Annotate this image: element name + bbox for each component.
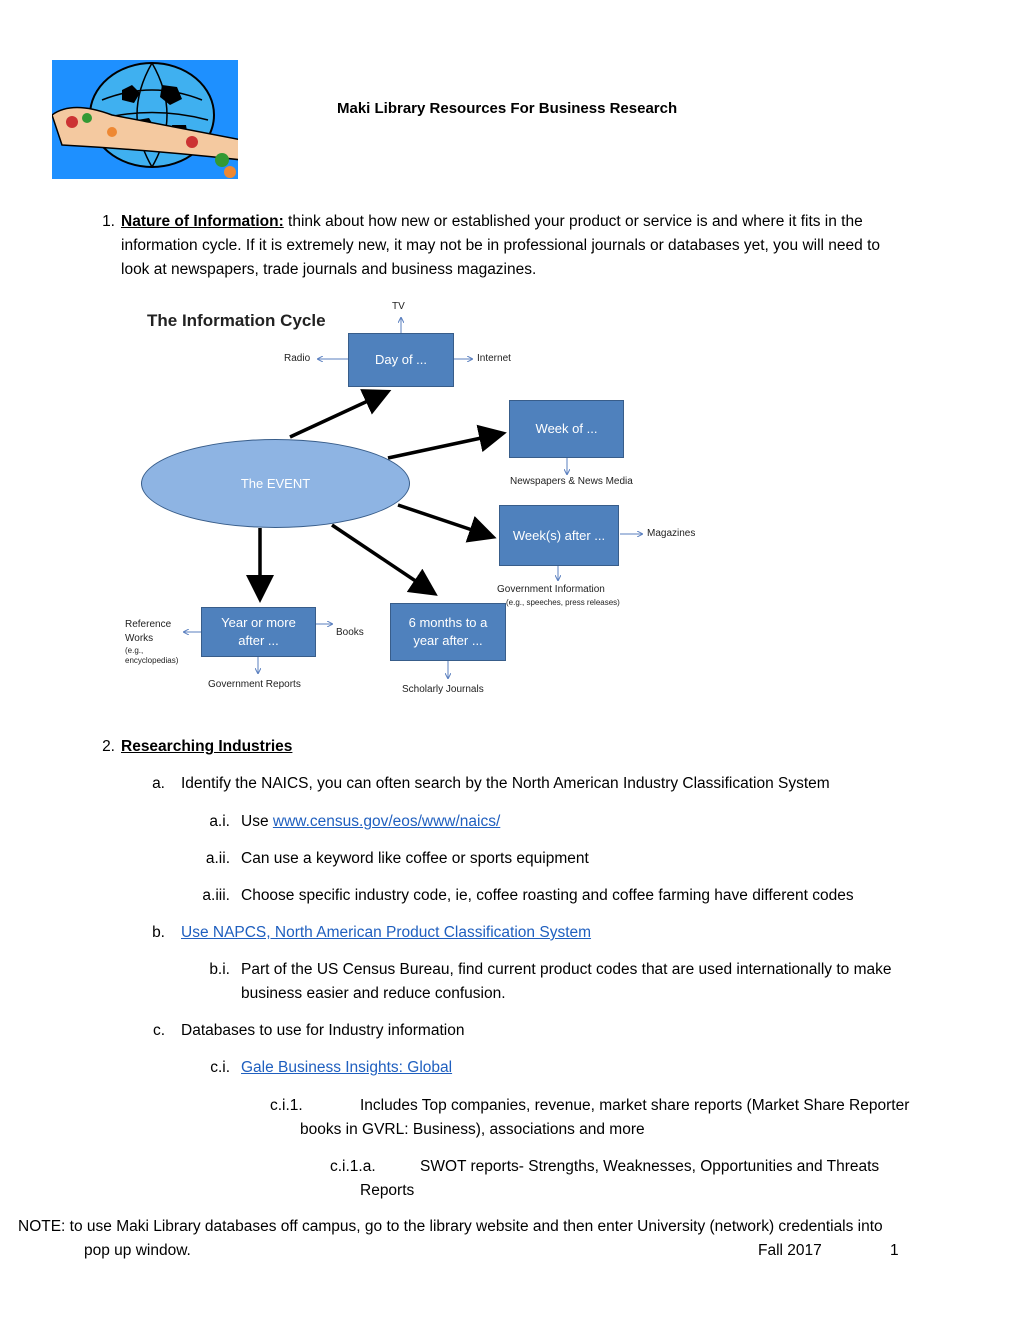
six-months-box: 6 months to a year after ...: [390, 603, 506, 661]
section-2-number: 2.: [102, 738, 115, 755]
item-a-iii-marker: a.iii.: [202, 887, 230, 904]
label-government-information-sub: (e.g., speeches, press releases): [506, 598, 620, 607]
label-newspapers: Newspapers & News Media: [510, 476, 633, 487]
item-a-iii-text: Choose specific industry code, ie, coffe…: [241, 887, 854, 904]
year-after-box: Year or more after ...: [201, 607, 316, 657]
information-cycle-diagram: The Information Cycle The EVENT Day of .…: [0, 0, 1020, 720]
item-a-ii-text: Can use a keyword like coffee or sports …: [241, 850, 589, 867]
arrow-to-day-of: [289, 389, 392, 439]
naics-link[interactable]: www.census.gov/eos/www/naics/: [273, 813, 500, 830]
week-of-box: Week of ...: [509, 400, 624, 458]
item-c-marker: c.: [152, 1022, 165, 1039]
item-c-i-1-text: Includes Top companies, revenue, market …: [300, 1097, 910, 1138]
label-internet: Internet: [477, 353, 511, 364]
footer-term: Fall 2017: [758, 1242, 822, 1259]
item-c-i-1-marker: c.i.1.: [270, 1097, 303, 1114]
item-c-i-1-a-text: SWOT reports- Strengths, Weaknesses, Opp…: [360, 1158, 880, 1199]
label-government-information: Government Information: [497, 584, 605, 595]
item-c-text: Databases to use for Industry informatio…: [181, 1022, 465, 1039]
item-a-marker: a.: [152, 775, 165, 792]
label-reference-sub: (e.g., encyclopedias): [125, 646, 179, 665]
item-b-i-text: Part of the US Census Bureau, find curre…: [241, 961, 892, 1002]
footer-note-line2: pop up window.: [84, 1242, 191, 1259]
item-b-i-marker: b.i.: [209, 961, 230, 978]
napcs-link[interactable]: Use NAPCS, North American Product Classi…: [181, 921, 591, 945]
page-number: 1: [890, 1242, 899, 1259]
label-radio: Radio: [284, 353, 311, 364]
event-node: The EVENT: [141, 439, 410, 528]
section-2-heading: Researching Industries: [121, 738, 293, 755]
label-books: Books: [336, 627, 364, 638]
weeks-after-box: Week(s) after ...: [499, 505, 619, 566]
arrow-to-six-months: [331, 523, 438, 596]
footer-note: NOTE: to use Maki Library databases off …: [18, 1218, 883, 1235]
item-a-text: Identify the NAICS, you can often search…: [181, 775, 830, 792]
item-a-i-marker: a.i.: [209, 813, 230, 830]
item-c-i-marker: c.i.: [210, 1059, 230, 1076]
gale-business-insights-link[interactable]: Gale Business Insights: Global: [241, 1056, 452, 1080]
day-of-box: Day of ...: [348, 333, 454, 387]
item-a-ii-marker: a.ii.: [205, 850, 230, 867]
arrow-to-week-of: [387, 424, 507, 460]
label-reference-works: Reference Works: [125, 619, 172, 644]
label-tv: TV: [392, 301, 405, 312]
label-magazines: Magazines: [647, 528, 696, 539]
label-government-reports: Government Reports: [208, 679, 301, 690]
label-scholarly-journals: Scholarly Journals: [402, 684, 484, 695]
item-a-i-text: Use www.census.gov/eos/www/naics/: [241, 813, 501, 830]
item-b-marker: b.: [152, 924, 165, 941]
arrow-to-weeks-after: [397, 503, 497, 543]
